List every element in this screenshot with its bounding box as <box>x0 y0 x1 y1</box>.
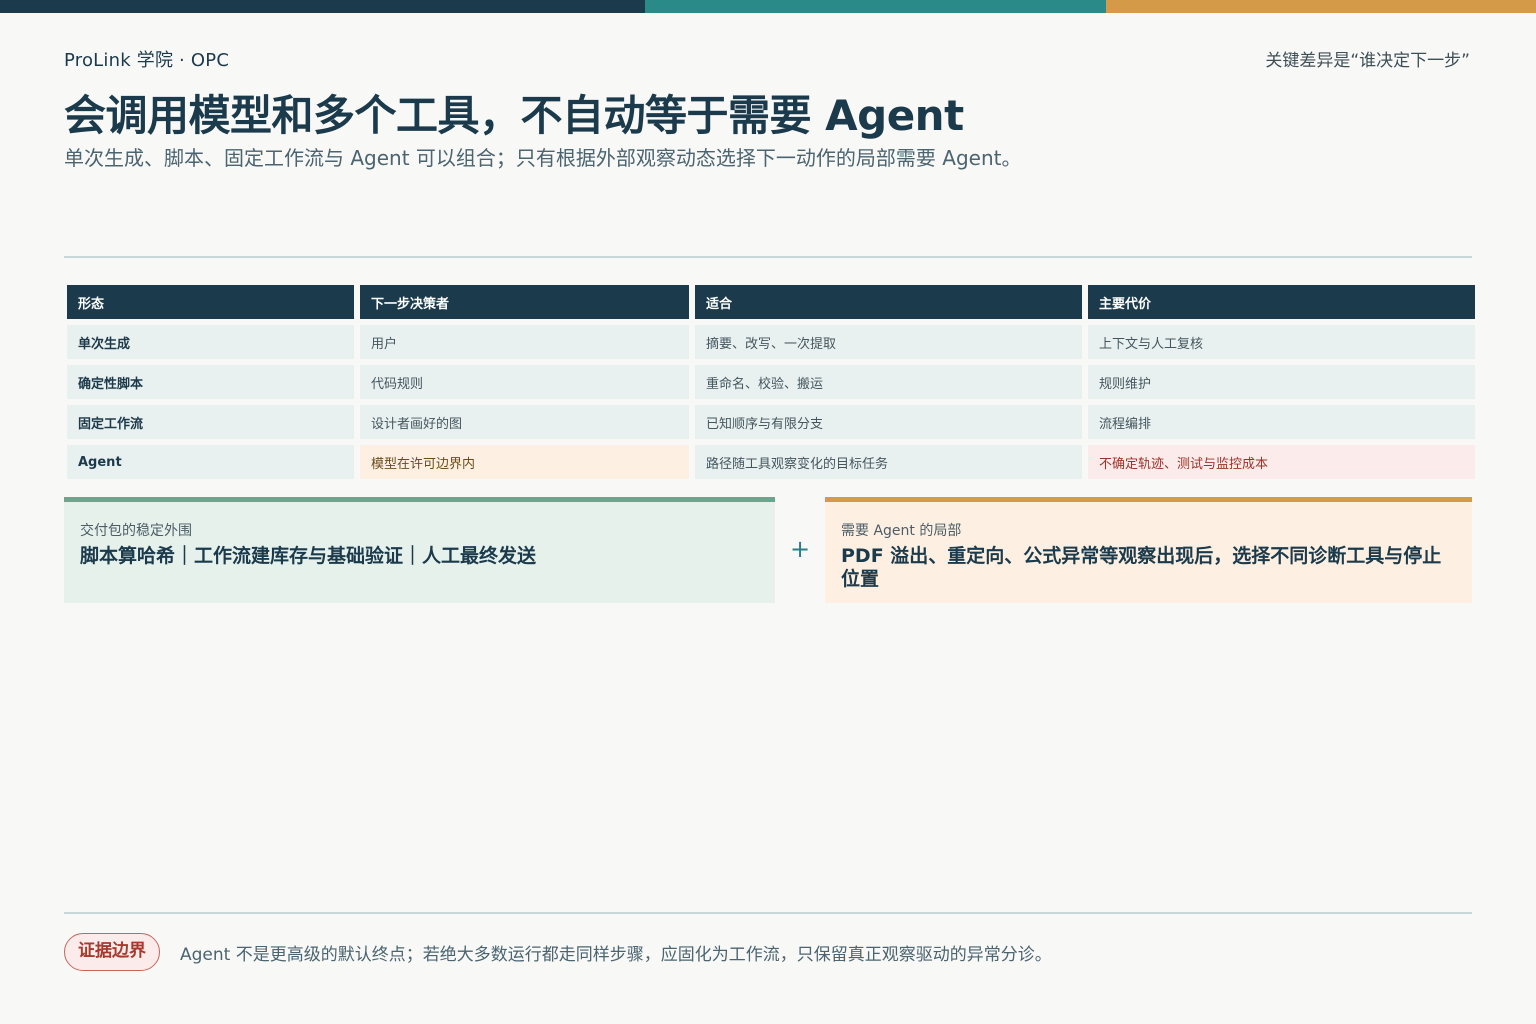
page-subtitle: 单次生成、脚本、固定工作流与 Agent 可以组合；只有根据外部观察动态选择下一… <box>64 146 1022 170</box>
accent-segment-teal <box>645 0 1106 13</box>
table-row-head: 固定工作流 <box>67 405 354 439</box>
agent-part-panel: 需要 Agent 的局部 PDF 溢出、重定向、公式异常等观察出现后，选择不同诊… <box>825 497 1472 603</box>
table-header-cell: 形态 <box>67 285 354 319</box>
table-row-head: 确定性脚本 <box>67 365 354 399</box>
table-cell: 设计者画好的图 <box>360 405 689 439</box>
evidence-boundary-badge: 证据边界 <box>64 933 160 971</box>
table-cell: 代码规则 <box>360 365 689 399</box>
table-cell: 上下文与人工复核 <box>1088 325 1475 359</box>
table-cell-cost-highlight: 不确定轨迹、测试与监控成本 <box>1088 445 1475 479</box>
table-cell: 用户 <box>360 325 689 359</box>
key-note: 关键差异是“谁决定下一步” <box>1265 51 1470 71</box>
page-title: 会调用模型和多个工具，不自动等于需要 Agent <box>64 91 964 140</box>
plus-icon: + <box>789 535 811 563</box>
table-cell-highlight: 模型在许可边界内 <box>360 445 689 479</box>
stable-periphery-panel: 交付包的稳定外围 脚本算哈希｜工作流建库存与基础验证｜人工最终发送 <box>64 497 775 603</box>
table-row-head: 单次生成 <box>67 325 354 359</box>
table-row: Agent 模型在许可边界内 路径随工具观察变化的目标任务 不确定轨迹、测试与监… <box>67 445 1475 479</box>
brand-label: ProLink 学院 · OPC <box>64 50 230 71</box>
accent-segment-navy <box>0 0 645 13</box>
table-cell: 流程编排 <box>1088 405 1475 439</box>
table-row-head: Agent <box>67 445 354 479</box>
panel-label: 需要 Agent 的局部 <box>841 523 962 539</box>
panel-body: PDF 溢出、重定向、公式异常等观察出现后，选择不同诊断工具与停止位置 <box>841 545 1442 590</box>
table-cell: 摘要、改写、一次提取 <box>695 325 1082 359</box>
table-header-cell: 下一步决策者 <box>360 285 689 319</box>
panel-label: 交付包的稳定外围 <box>80 523 192 539</box>
table-header-cell: 适合 <box>695 285 1082 319</box>
panel-body: 脚本算哈希｜工作流建库存与基础验证｜人工最终发送 <box>80 545 537 567</box>
table-row: 单次生成 用户 摘要、改写、一次提取 上下文与人工复核 <box>67 325 1475 359</box>
top-accent-bar <box>0 0 1536 13</box>
table-cell: 规则维护 <box>1088 365 1475 399</box>
divider-bottom <box>64 912 1472 914</box>
table-header-cell: 主要代价 <box>1088 285 1475 319</box>
table-cell: 重命名、校验、搬运 <box>695 365 1082 399</box>
table-row: 确定性脚本 代码规则 重命名、校验、搬运 规则维护 <box>67 365 1475 399</box>
table-header-row: 形态 下一步决策者 适合 主要代价 <box>67 285 1475 319</box>
table-cell: 已知顺序与有限分支 <box>695 405 1082 439</box>
divider-top <box>64 256 1472 258</box>
table-cell: 路径随工具观察变化的目标任务 <box>695 445 1082 479</box>
comparison-table: 形态 下一步决策者 适合 主要代价 单次生成 用户 摘要、改写、一次提取 上下文… <box>61 279 1481 485</box>
table-row: 固定工作流 设计者画好的图 已知顺序与有限分支 流程编排 <box>67 405 1475 439</box>
footer-note: Agent 不是更高级的默认终点；若绝大多数运行都走同样步骤，应固化为工作流，只… <box>180 945 1052 965</box>
accent-segment-amber <box>1106 0 1536 13</box>
